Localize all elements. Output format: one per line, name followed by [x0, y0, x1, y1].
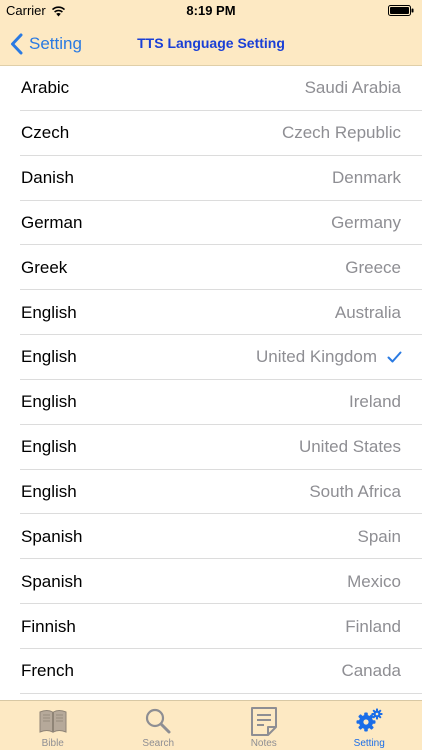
region-name: Denmark [332, 168, 401, 188]
tab-label: Search [142, 738, 175, 749]
region-name: Saudi Arabia [304, 78, 401, 98]
region-name: South Africa [309, 482, 401, 502]
language-name: English [21, 347, 77, 367]
region-name: United Kingdom [256, 347, 377, 367]
region-name: Mexico [347, 571, 401, 591]
region-name: Greece [345, 257, 401, 277]
list-item[interactable]: English Australia [0, 290, 422, 335]
list-item[interactable]: Finnish Finland [0, 604, 422, 649]
checkmark-icon [387, 351, 402, 363]
tab-search[interactable]: Search [106, 701, 212, 750]
tab-setting[interactable]: Setting [317, 701, 422, 750]
language-name: Spanish [21, 526, 83, 546]
list-item[interactable]: English South Africa [0, 470, 422, 515]
list-item[interactable]: Czech Czech Republic [0, 111, 422, 156]
language-name: French [21, 661, 74, 681]
navigation-bar: Setting TTS Language Setting [0, 22, 422, 66]
language-name: English [21, 302, 77, 322]
status-bar: Carrier 8:19 PM [0, 0, 422, 22]
region-name: Czech Republic [281, 123, 401, 143]
tab-label: Setting [353, 738, 385, 749]
gear-icon [356, 708, 383, 732]
tab-label: Bible [41, 738, 64, 749]
list-item[interactable]: English Ireland [0, 380, 422, 425]
battery-icon [388, 5, 414, 16]
tab-notes[interactable]: Notes [211, 701, 317, 750]
region-name: Spain [357, 526, 401, 546]
tab-bar: Bible Search Notes Setting [0, 700, 422, 750]
list-item[interactable]: Greek Greece [0, 245, 422, 291]
region-name: Germany [331, 212, 401, 232]
language-list: Arabic Saudi Arabia Czech Czech Republic… [0, 66, 422, 700]
region-name: Australia [334, 302, 401, 322]
tab-label: Notes [250, 738, 277, 749]
list-item[interactable]: German Germany [0, 201, 422, 246]
region-name: United States [298, 437, 401, 457]
header: Carrier 8:19 PM Setting TTS Language Set… [0, 0, 422, 66]
region-name: Finland [345, 616, 401, 636]
language-name: Spanish [21, 571, 83, 591]
region-name: Ireland [349, 392, 401, 412]
language-name: English [21, 392, 77, 412]
language-name: English [21, 437, 77, 457]
language-name: German [21, 212, 83, 232]
list-item[interactable]: Danish Denmark [0, 156, 422, 201]
page-title: TTS Language Setting [137, 35, 285, 51]
tab-bible[interactable]: Bible [0, 701, 106, 750]
list-item[interactable]: French Canada [0, 649, 422, 694]
list-item[interactable]: Spanish Spain [0, 514, 422, 560]
search-icon [146, 708, 171, 734]
notes-icon [250, 707, 277, 736]
language-name: English [21, 482, 77, 502]
language-name: Finnish [21, 616, 76, 636]
list-item[interactable]: Spanish Mexico [0, 559, 422, 604]
language-name: Czech [21, 123, 70, 143]
book-icon [39, 710, 67, 733]
list-item[interactable]: English United States [0, 425, 422, 470]
status-time: 8:19 PM [186, 3, 236, 18]
list-item[interactable]: English United Kingdom [0, 335, 422, 380]
region-name: Canada [341, 661, 401, 681]
list-item[interactable]: Arabic Saudi Arabia [0, 66, 422, 111]
language-name: Danish [21, 168, 74, 188]
language-name: Greek [21, 257, 68, 277]
language-name: Arabic [21, 78, 70, 98]
